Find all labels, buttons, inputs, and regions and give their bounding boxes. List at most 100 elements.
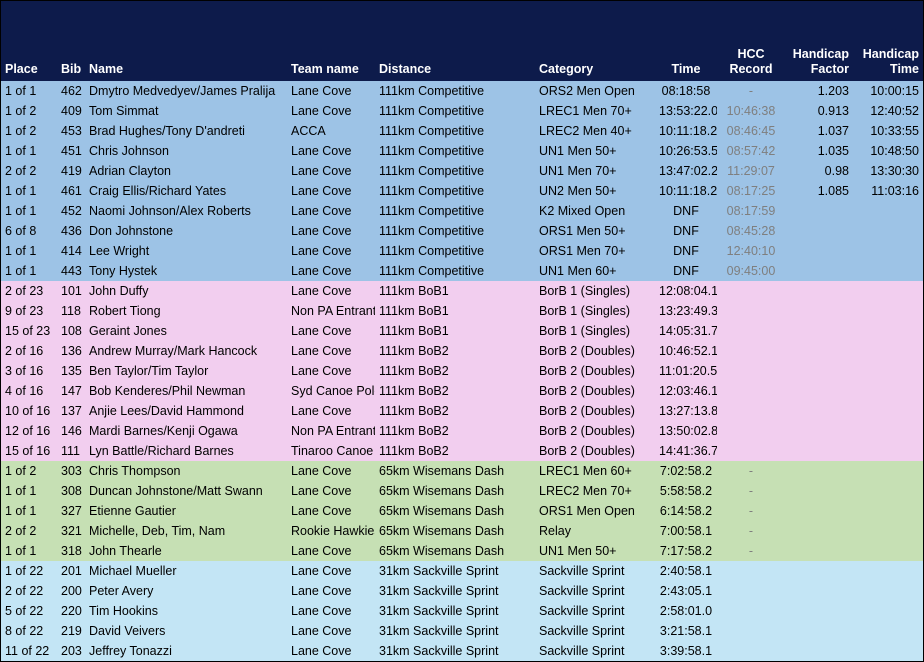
cell-handicap-time (853, 601, 923, 621)
cell-category: BorB 2 (Doubles) (535, 381, 655, 401)
cell-handicap-time (853, 261, 923, 281)
cell-category: UN1 Men 70+ (535, 161, 655, 181)
column-header-name: Name (85, 1, 287, 81)
cell-distance: 65km Wisemans Dash (375, 481, 535, 501)
cell-hcc-record (717, 601, 785, 621)
cell-distance: 111km BoB1 (375, 281, 535, 301)
cell-handicap-time (853, 641, 923, 661)
cell-name: Adrian Clayton (85, 161, 287, 181)
cell-distance: 31km Sackville Sprint (375, 641, 535, 661)
cell-hcc-record: 08:45:28 (717, 221, 785, 241)
cell-hcc-record: - (717, 461, 785, 481)
table-row: 2 of 2321Michelle, Deb, Tim, NamRookie H… (1, 521, 923, 541)
cell-place: 2 of 22 (1, 581, 57, 601)
cell-team: Lane Cove (287, 601, 375, 621)
table-row: 15 of 16111Lyn Battle/Richard BarnesTina… (1, 441, 923, 461)
cell-name: Michelle, Deb, Tim, Nam (85, 521, 287, 541)
cell-handicap-time (853, 441, 923, 461)
cell-distance: 111km Competitive (375, 121, 535, 141)
cell-name: Robert Tiong (85, 301, 287, 321)
cell-handicap-time: 10:33:55 (853, 121, 923, 141)
cell-name: Dmytro Medvedyev/James Pralija (85, 81, 287, 101)
cell-team: Lane Cove (287, 261, 375, 281)
cell-place: 1 of 22 (1, 561, 57, 581)
cell-time: 10:46:52.1 (655, 341, 717, 361)
cell-handicap-time: 10:48:50 (853, 141, 923, 161)
cell-team: Lane Cove (287, 241, 375, 261)
cell-time: 12:03:46.1 (655, 381, 717, 401)
cell-handicap-factor: 1.203 (785, 81, 853, 101)
cell-time: 2:58:01.0 (655, 601, 717, 621)
results-sheet: Place Bib Name Team name Distance Catego… (0, 0, 924, 662)
cell-hcc-record (717, 361, 785, 381)
cell-team: Lane Cove (287, 541, 375, 561)
cell-bib: 318 (57, 541, 85, 561)
cell-category: BorB 2 (Doubles) (535, 421, 655, 441)
table-row: 2 of 2419Adrian ClaytonLane Cove111km Co… (1, 161, 923, 181)
cell-handicap-time (853, 281, 923, 301)
cell-name: Peter Avery (85, 581, 287, 601)
cell-handicap-factor (785, 481, 853, 501)
cell-distance: 111km Competitive (375, 201, 535, 221)
cell-team: Rookie Hawkies (287, 521, 375, 541)
cell-time: 10:11:18.2 (655, 181, 717, 201)
cell-place: 1 of 2 (1, 121, 57, 141)
cell-time: 2:40:58.1 (655, 561, 717, 581)
cell-team: Lane Cove (287, 341, 375, 361)
cell-handicap-time (853, 481, 923, 501)
table-row: 1 of 1318John ThearleLane Cove65km Wisem… (1, 541, 923, 561)
column-header-handicap-time: Handicap Time (853, 1, 923, 81)
table-row: 10 of 16137Anjie Lees/David HammondLane … (1, 401, 923, 421)
cell-category: LREC1 Men 70+ (535, 101, 655, 121)
cell-bib: 137 (57, 401, 85, 421)
cell-distance: 111km Competitive (375, 161, 535, 181)
table-row: 5 of 22220Tim HookinsLane Cove31km Sackv… (1, 601, 923, 621)
cell-time: 13:53:22.0 (655, 101, 717, 121)
cell-bib: 453 (57, 121, 85, 141)
cell-handicap-factor (785, 521, 853, 541)
cell-time: 7:00:58.1 (655, 521, 717, 541)
cell-team: Lane Cove (287, 641, 375, 661)
cell-time: 10:26:53.5 (655, 141, 717, 161)
cell-bib: 451 (57, 141, 85, 161)
column-header-handicap-factor: Handicap Factor (785, 1, 853, 81)
cell-distance: 111km Competitive (375, 181, 535, 201)
cell-name: Andrew Murray/Mark Hancock (85, 341, 287, 361)
cell-handicap-time (853, 361, 923, 381)
cell-hcc-record: 08:17:25 (717, 181, 785, 201)
cell-handicap-factor: 1.035 (785, 141, 853, 161)
table-row: 9 of 23118Robert TiongNon PA Entrant111k… (1, 301, 923, 321)
cell-time: 3:21:58.1 (655, 621, 717, 641)
cell-distance: 31km Sackville Sprint (375, 561, 535, 581)
cell-team: Lane Cove (287, 481, 375, 501)
cell-category: UN2 Men 50+ (535, 181, 655, 201)
cell-category: BorB 2 (Doubles) (535, 341, 655, 361)
cell-bib: 203 (57, 641, 85, 661)
cell-place: 1 of 1 (1, 261, 57, 281)
cell-team: Lane Cove (287, 561, 375, 581)
cell-handicap-time: 13:30:30 (853, 161, 923, 181)
table-row: 1 of 1327Etienne GautierLane Cove65km Wi… (1, 501, 923, 521)
table-row: 1 of 2453Brad Hughes/Tony D'andretiACCA1… (1, 121, 923, 141)
cell-distance: 31km Sackville Sprint (375, 601, 535, 621)
cell-bib: 436 (57, 221, 85, 241)
cell-bib: 101 (57, 281, 85, 301)
cell-hcc-record (717, 441, 785, 461)
table-row: 15 of 23108Geraint JonesLane Cove111km B… (1, 321, 923, 341)
cell-bib: 452 (57, 201, 85, 221)
cell-handicap-factor (785, 381, 853, 401)
table-row: 1 of 1451Chris JohnsonLane Cove111km Com… (1, 141, 923, 161)
cell-hcc-record (717, 301, 785, 321)
cell-bib: 219 (57, 621, 85, 641)
cell-handicap-factor (785, 621, 853, 641)
cell-distance: 65km Wisemans Dash (375, 461, 535, 481)
cell-name: Tony Hystek (85, 261, 287, 281)
cell-distance: 111km BoB1 (375, 301, 535, 321)
cell-category: K2 Mixed Open (535, 201, 655, 221)
cell-place: 8 of 22 (1, 621, 57, 641)
column-header-bib: Bib (57, 1, 85, 81)
cell-distance: 111km BoB2 (375, 401, 535, 421)
cell-distance: 111km Competitive (375, 221, 535, 241)
cell-handicap-factor (785, 201, 853, 221)
cell-place: 1 of 1 (1, 241, 57, 261)
